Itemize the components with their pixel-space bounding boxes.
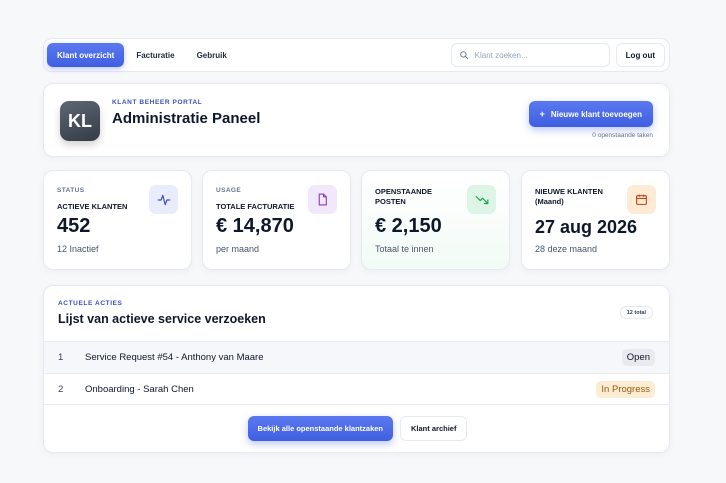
tab-klant-overzicht[interactable]: Klant overzicht — [47, 43, 125, 67]
stat-card-outstanding: OPENSTAANDE POSTEN € 2,150 Totaal te inn… — [361, 170, 510, 270]
count-badge: 12 total — [619, 306, 653, 319]
add-client-label: Nieuwe klant toevoegen — [550, 109, 642, 119]
top-nav: Klant overzicht Facturatie Gebruik Klant… — [43, 38, 670, 72]
search-input[interactable]: Klant zoeken... — [450, 43, 610, 67]
archive-button[interactable]: Klant archief — [400, 416, 468, 441]
stat-label: STATUS — [57, 187, 85, 194]
table-row[interactable]: 1 Service Request #54 - Anthony van Maar… — [44, 341, 669, 373]
stat-card-new-clients: NIEUWE KLANTEN (Maand) 27 aug 2026 28 de… — [521, 170, 670, 270]
row-number: 2 — [58, 383, 64, 395]
requests-eyebrow: ACTUELE ACTIES — [58, 300, 123, 307]
stat-label: NIEUWE KLANTEN (Maand) — [535, 187, 603, 206]
stat-card-total-billing: USAGE TOTALE FACTURATIE € 14,870 per maa… — [202, 170, 351, 270]
search-icon — [459, 51, 468, 60]
requests-title: Lijst van actieve service verzoeken — [58, 312, 266, 326]
search-placeholder: Klant zoeken... — [474, 50, 528, 60]
logout-button[interactable]: Log out — [615, 43, 665, 67]
stat-label: USAGE — [216, 187, 242, 194]
stat-note: 12 Inactief — [57, 244, 99, 254]
stat-note: Totaal te innen — [375, 244, 434, 254]
stat-label: OPENSTAANDE POSTEN — [375, 187, 432, 206]
tab-facturatie[interactable]: Facturatie — [126, 43, 184, 67]
stat-value: 452 — [57, 215, 91, 237]
header-eyebrow: KLANT BEHEER PORTAL — [112, 99, 203, 106]
stat-note: 28 deze maand — [535, 244, 598, 254]
row-text: Service Request #54 - Anthony van Maare — [85, 352, 264, 363]
view-all-button[interactable]: Bekijk alle openstaande klantzaken — [247, 416, 394, 441]
pending-tasks-text: 0 openstaande taken — [592, 132, 653, 139]
activity-icon — [149, 185, 178, 214]
page-title: Administratie Paneel — [112, 110, 261, 127]
stat-value: € 2,150 — [375, 215, 442, 237]
stat-value: 27 aug 2026 — [535, 217, 638, 237]
status-badge: In Progress — [596, 380, 655, 398]
table-row[interactable]: 2 Onboarding - Sarah Chen In Progress — [44, 373, 669, 405]
trending-down-icon — [467, 185, 496, 214]
row-text: Onboarding - Sarah Chen — [85, 383, 194, 395]
plus-icon: + — [539, 109, 545, 119]
avatar: KL — [60, 101, 100, 141]
stat-sublabel: TOTALE FACTURATIE — [216, 202, 295, 211]
document-icon — [308, 185, 337, 214]
stat-card-active-clients: STATUS ACTIEVE KLANTEN 452 12 Inactief — [43, 170, 192, 270]
stat-note: per maand — [216, 244, 260, 254]
service-requests-card: ACTUELE ACTIES Lijst van actieve service… — [43, 285, 670, 453]
request-actions: Bekijk alle openstaande klantzaken Klant… — [44, 416, 669, 441]
row-number: 1 — [58, 352, 64, 363]
header-card: KL KLANT BEHEER PORTAL Administratie Pan… — [43, 83, 670, 157]
calendar-icon — [627, 185, 656, 214]
status-badge: Open — [621, 349, 655, 366]
stat-sublabel: ACTIEVE KLANTEN — [57, 202, 128, 211]
add-client-button[interactable]: + Nieuwe klant toevoegen — [528, 101, 653, 127]
stat-value: € 14,870 — [216, 215, 294, 237]
tab-gebruik[interactable]: Gebruik — [187, 43, 237, 67]
